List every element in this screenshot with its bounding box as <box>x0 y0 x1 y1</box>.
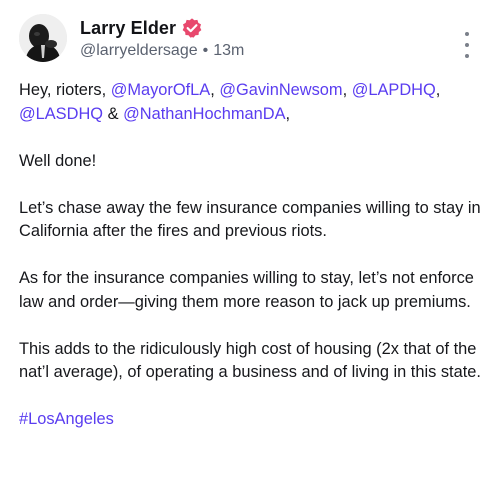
social-post: Larry Elder @larryeldersage • 13m Hey, r… <box>0 0 500 494</box>
kebab-dot <box>465 43 469 47</box>
post-paragraph: Well done! <box>19 151 97 170</box>
post-header: Larry Elder @larryeldersage • 13m <box>19 14 484 64</box>
mention-link[interactable]: @MayorOfLA <box>111 81 211 99</box>
post-timestamp[interactable]: 13m <box>213 42 244 60</box>
punctuation: , <box>435 81 441 99</box>
author-handle[interactable]: @larryeldersage <box>80 42 198 60</box>
avatar-photo <box>19 14 67 62</box>
post-paragraph: This adds to the ridiculously high cost … <box>19 339 481 382</box>
punctuation: , <box>210 81 215 99</box>
punctuation: , <box>285 104 291 123</box>
greeting-text: Hey, rioters, <box>19 81 107 99</box>
author-identity: Larry Elder @larryeldersage • 13m <box>80 16 244 60</box>
punctuation: , <box>342 81 348 99</box>
verified-badge-icon <box>181 17 203 39</box>
mention-link[interactable]: @GavinNewsom <box>219 81 342 99</box>
mention-link[interactable]: @NathanHochmanDA <box>123 105 285 123</box>
kebab-dot <box>465 54 469 58</box>
mention-link[interactable]: @LAPDHQ <box>352 81 436 99</box>
avatar[interactable] <box>19 14 67 62</box>
name-row: Larry Elder <box>80 16 244 40</box>
post-paragraph: As for the insurance companies willing t… <box>19 269 474 311</box>
post-paragraph-mentions: Hey, rioters, @MayorOfLA, @GavinNewsom, … <box>19 79 489 126</box>
author-display-name[interactable]: Larry Elder <box>80 18 176 39</box>
post-meta: @larryeldersage • 13m <box>80 42 244 60</box>
meta-separator: • <box>202 42 209 59</box>
post-paragraph: Let’s chase away the few insurance compa… <box>19 198 481 241</box>
hashtag-link[interactable]: #LosAngeles <box>19 410 114 428</box>
post-hashtag-line: #LosAngeles <box>19 408 489 432</box>
more-vertical-icon[interactable] <box>462 32 472 58</box>
mention-link[interactable]: @LASDHQ <box>19 105 103 123</box>
kebab-dot <box>465 32 469 36</box>
post-body: Hey, rioters, @MayorOfLA, @GavinNewsom, … <box>19 79 489 455</box>
ampersand-text: & <box>107 104 119 123</box>
